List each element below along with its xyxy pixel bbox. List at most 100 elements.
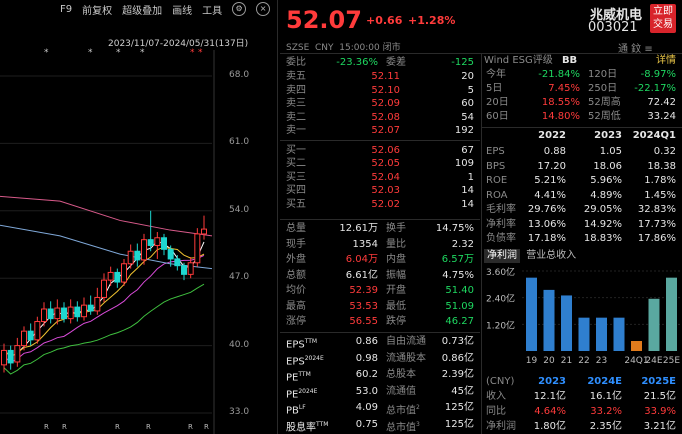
candlestick-chart[interactable]: 2023/11/07-2024/05/31(137日) * * * * * * 68.0 …: [0, 20, 275, 434]
y-tick: 40.0: [229, 340, 250, 350]
fin-cell: 1.45%: [644, 189, 676, 201]
returns-table: 今年 -21.84% 120日 -8.97% 5日 7.45% 250日 -22.…: [484, 68, 682, 126]
candle-body: [81, 304, 87, 318]
candle-body: [61, 307, 67, 320]
return-value: -8.97%: [640, 69, 676, 80]
bid-volume: 67: [461, 144, 474, 156]
trade-stats: 总量 12.61万 换手 14.75% 现手 1354 量比 2.32 外盘 6.0…: [280, 220, 480, 332]
financial-table: 2022 2023 2024Q1 EPS 0.88 1.05 0.32 BPS 17.20 18.…: [484, 128, 682, 248]
bar-x-label: 19: [526, 356, 538, 366]
event-marker: *: [140, 48, 145, 58]
valuation-value: 0.73亿: [441, 336, 474, 347]
candle-body: [101, 279, 107, 298]
stat-value: 6.57万: [441, 254, 474, 265]
candle-body: [21, 330, 27, 347]
stat-value: 4.75%: [442, 269, 474, 281]
close-icon[interactable]: ×: [256, 2, 271, 16]
profit-tabs: 净利润 营业总收入: [484, 249, 682, 263]
candle-body: [74, 306, 81, 318]
candle-body: [194, 233, 201, 264]
profit-bar: [561, 295, 572, 351]
bar-x-label: 24E: [645, 356, 662, 366]
bid-volume: 109: [454, 158, 474, 169]
stat-value: 14.75%: [435, 223, 474, 234]
stat-value: 51.40: [445, 285, 474, 296]
gear-icon[interactable]: ⚙: [232, 2, 247, 16]
bar-axis-label: 2.40亿: [486, 293, 515, 305]
candle-body: [47, 308, 54, 320]
valuation-value: 125亿: [444, 402, 474, 413]
chart-mark: R: [146, 423, 151, 431]
chart-mark: R: [44, 423, 49, 431]
stock-code: 003021: [588, 20, 638, 35]
toolbar-overlay[interactable]: 超级叠加: [122, 2, 162, 17]
fc-cell: 21.5亿: [643, 391, 676, 402]
candle-body: [127, 250, 134, 265]
toolbar-draw[interactable]: 画线: [172, 2, 192, 17]
candle-body: [201, 228, 207, 235]
valuation-value: 125亿: [444, 418, 474, 430]
trade-now-button[interactable]: 立即 交易: [650, 4, 676, 33]
bar-x-label: 23: [596, 356, 607, 366]
profit-bar: [543, 289, 555, 351]
bar-axis-label: 1.20亿: [486, 319, 515, 331]
quote-panel: 52.07 +0.66 +1.28% 兆威机电 003021 立即 交易 SZS…: [280, 0, 682, 434]
y-tick: 61.0: [229, 137, 250, 147]
fin-cell: 18.38: [647, 160, 676, 172]
candle-body: [141, 239, 147, 261]
y-tick: 33.0: [229, 407, 250, 417]
bid-volume: 1: [467, 171, 474, 183]
candle-body: [174, 258, 181, 267]
bar-x-label: 25E: [663, 356, 680, 366]
fin-year-header: 2024Q1: [632, 130, 676, 141]
candle-body: [187, 262, 194, 275]
toolbar-adjust[interactable]: 前复权: [82, 2, 112, 17]
candle-body: [114, 271, 121, 283]
long-ma-line: [0, 195, 213, 237]
candle-body: [161, 237, 167, 250]
bar-x-label: 20: [543, 356, 555, 366]
chart-svg: * * * * * *: [0, 48, 215, 434]
fin-cell: 17.86%: [637, 233, 676, 244]
y-tick: 68.0: [229, 70, 250, 80]
candle-body: [134, 250, 141, 261]
profit-bar: [596, 317, 607, 351]
toolbar-f9[interactable]: F9: [60, 4, 72, 15]
candle-body: [27, 330, 34, 341]
esg-header: Wind ESG评级 BB 详情: [484, 54, 676, 67]
bar-axis-label: 3.60亿: [486, 266, 515, 278]
ask-volume: 20: [461, 71, 474, 82]
candle-body: [14, 345, 21, 363]
toolbar-tools[interactable]: 工具: [202, 2, 222, 17]
y-tick: 47.0: [229, 272, 250, 282]
profit-bar-chart: 3.60亿2.40亿1.20亿19 20 21 22 23 24Q124E 25E: [486, 266, 680, 366]
chart-mark: R: [115, 423, 120, 431]
chart-mark: R: [204, 423, 209, 431]
tab-revenue[interactable]: 营业总收入: [523, 249, 579, 263]
profit-bar: [666, 277, 677, 351]
ask-volume: 54: [461, 111, 474, 123]
fc-year-header: 2025E: [641, 376, 676, 387]
fin-cell: 0.32: [653, 146, 676, 157]
candle-body: [154, 237, 161, 246]
ask-volume: 5: [467, 84, 474, 96]
fin-cell: 32.83%: [637, 204, 676, 215]
details-link[interactable]: 详情: [656, 54, 676, 67]
order-book: 委比 -23.36% 委差 -125 卖五 52.11 20 卖四 52.10 5卖…: [280, 54, 480, 219]
event-marker: *: [198, 48, 203, 58]
bar-x-label: 22: [578, 356, 589, 366]
candle-body: [34, 321, 41, 341]
y-tick: 54.0: [229, 205, 250, 215]
event-marker: *: [116, 48, 121, 58]
candle-body: [147, 239, 154, 246]
price-pct: +1.28%: [408, 14, 456, 27]
ask-volume: 192: [454, 125, 474, 136]
candle-body: [1, 349, 7, 366]
stat-value: 51.09: [445, 300, 474, 312]
candle-body: [181, 265, 187, 275]
event-marker: *: [190, 48, 195, 58]
tab-net-profit[interactable]: 净利润: [484, 249, 520, 263]
quote-meta: SZSE CNY 15:00:00 闭市: [286, 43, 401, 53]
valuation-value: 2.39亿: [441, 369, 474, 380]
fc-cell: 3.21亿: [643, 421, 676, 432]
